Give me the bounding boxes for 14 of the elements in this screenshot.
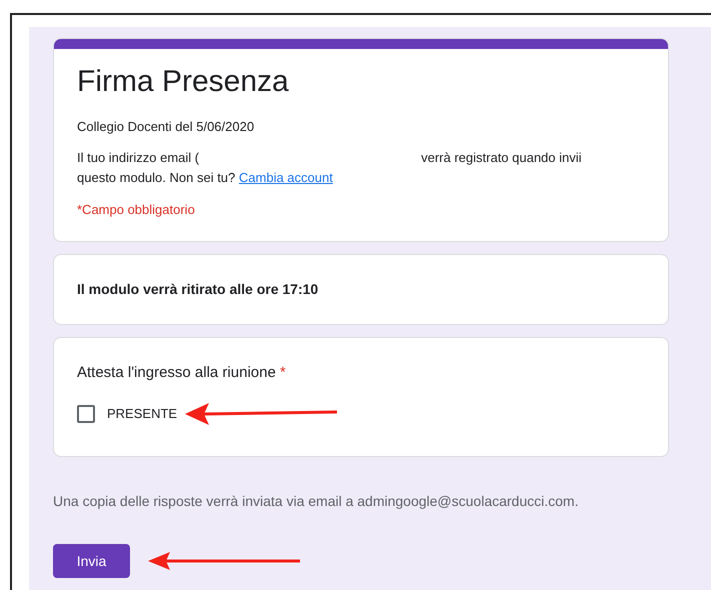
question-label: Attesta l'ingresso alla riunione — [77, 363, 276, 383]
arrow-icon — [148, 552, 302, 570]
form-description: Collegio Docenti del 5/06/2020 — [77, 118, 256, 136]
required-mark: * — [280, 363, 286, 383]
checkbox[interactable] — [77, 404, 95, 422]
change-account-link[interactable]: Cambia account — [238, 170, 333, 184]
option-label: PRESENTE — [107, 404, 178, 423]
form-title: Firma Presenza — [77, 64, 290, 100]
arrow-icon — [185, 402, 340, 424]
email-notice: Il tuo indirizzo email ( verrà registrato quando invii questo modulo. Non sei tu? Cambia account — [77, 148, 583, 187]
notice-text: Il modulo verrà ritirato alle ore 17:10 — [77, 280, 318, 299]
submit-button[interactable]: Invia — [53, 544, 130, 578]
footer-note: Una copia delle risposte verrà inviata via email a admingoogle@scuolacarducci.com. — [53, 492, 580, 511]
required-note: *Campo obbligatorio — [77, 200, 196, 219]
